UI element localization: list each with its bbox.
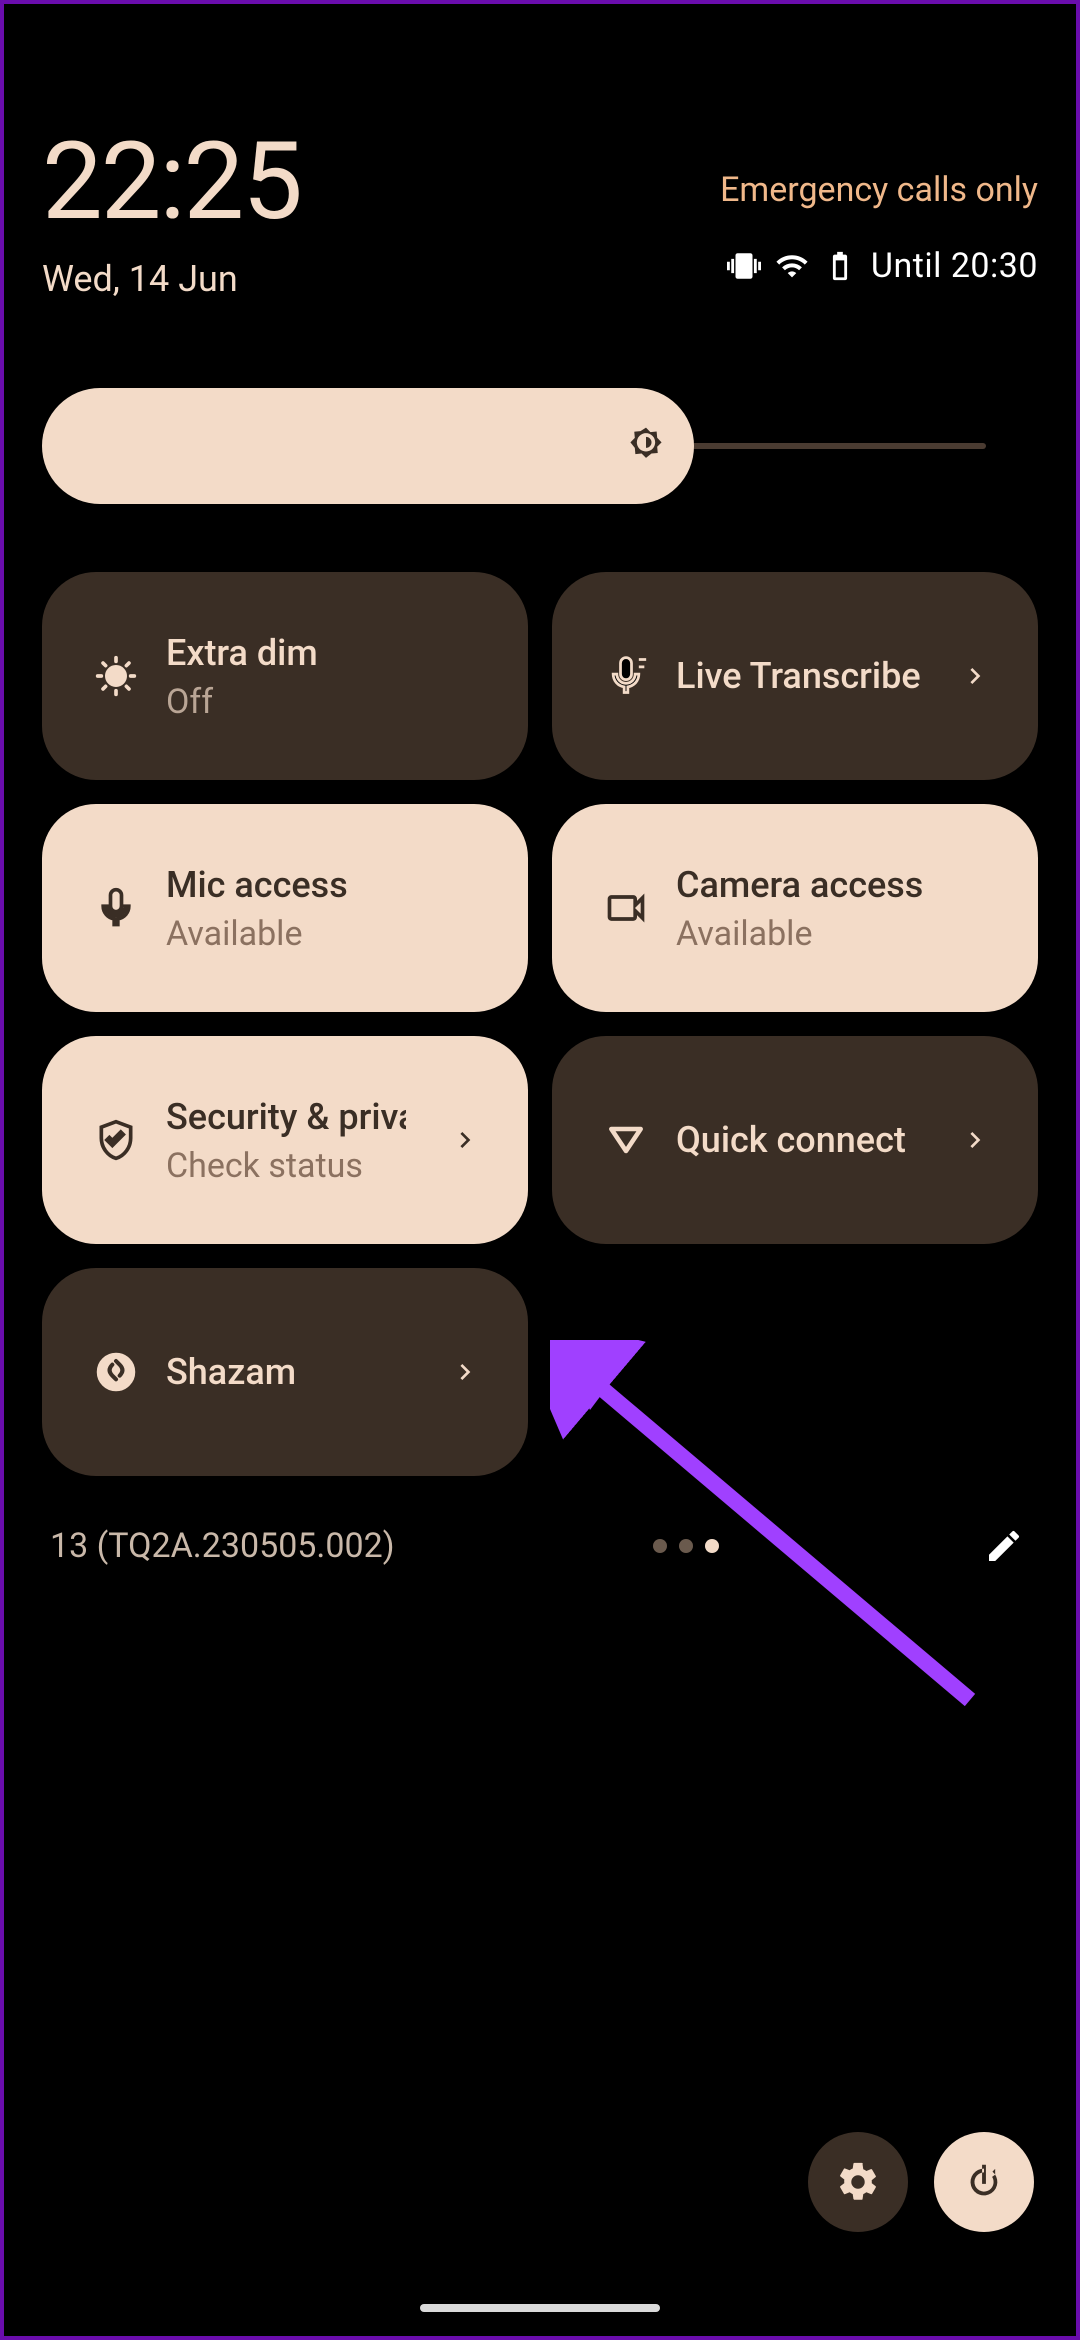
- tile-title: Extra dim: [166, 631, 492, 676]
- tile-title: Quick connect: [676, 1118, 906, 1163]
- tile-shazam[interactable]: Shazam: [42, 1268, 528, 1476]
- tile-live-transcribe[interactable]: Live Transcribe: [552, 572, 1038, 780]
- gear-icon: [835, 2159, 881, 2205]
- page-dot: [679, 1539, 693, 1553]
- tile-camera-access[interactable]: Camera access Available: [552, 804, 1038, 1012]
- shield-check-icon: [94, 1118, 138, 1162]
- brightness-slider[interactable]: [42, 388, 1038, 504]
- tile-subtitle: Off: [166, 682, 492, 722]
- tile-subtitle: Check status: [166, 1146, 428, 1186]
- network-status-text: Emergency calls only: [720, 170, 1038, 210]
- pencil-icon: [984, 1526, 1024, 1566]
- power-button[interactable]: [934, 2132, 1034, 2232]
- tile-mic-access[interactable]: Mic access Available: [42, 804, 528, 1012]
- page-dot: [653, 1539, 667, 1553]
- edit-tiles-button[interactable]: [978, 1520, 1030, 1572]
- tile-expand[interactable]: [938, 572, 1002, 780]
- tile-title: Shazam: [166, 1350, 296, 1395]
- camera-icon: [604, 886, 648, 930]
- shazam-icon: [94, 1350, 138, 1394]
- tile-subtitle: Available: [166, 914, 492, 954]
- status-header: 22:25 Wed, 14 Jun Emergency calls only U…: [42, 0, 1038, 300]
- clock-date: Wed, 14 Jun: [42, 258, 301, 300]
- brightness-auto-icon: [624, 424, 668, 468]
- power-icon: [961, 2159, 1007, 2205]
- wifi-icon: [775, 249, 809, 283]
- footer-row: 13 (TQ2A.230505.002): [42, 1520, 1038, 1572]
- chevron-right-icon: [449, 1124, 481, 1156]
- tile-quick-connect[interactable]: Quick connect: [552, 1036, 1038, 1244]
- tile-expand[interactable]: [428, 1268, 492, 1476]
- tile-title: Camera access: [676, 863, 1002, 908]
- page-indicator: [653, 1539, 719, 1553]
- mic-text-icon: [604, 654, 648, 698]
- triangle-down-icon: [604, 1118, 648, 1162]
- tile-expand[interactable]: [938, 1036, 1002, 1244]
- chevron-right-icon: [959, 660, 991, 692]
- tile-security-privacy[interactable]: Security & privacy Check status: [42, 1036, 528, 1244]
- qs-tiles-grid: Extra dim Off Live Transcribe Mic access…: [42, 572, 1038, 1476]
- page-dot-active: [705, 1539, 719, 1553]
- tile-extra-dim[interactable]: Extra dim Off: [42, 572, 528, 780]
- tile-title: Security & privacy: [166, 1095, 406, 1140]
- battery-until-text: Until 20:30: [871, 246, 1038, 286]
- vibrate-icon: [727, 249, 761, 283]
- bottom-action-buttons: [808, 2132, 1034, 2232]
- home-indicator[interactable]: [420, 2304, 660, 2312]
- chevron-right-icon: [959, 1124, 991, 1156]
- battery-icon: [823, 249, 857, 283]
- build-version: 13 (TQ2A.230505.002): [50, 1526, 395, 1566]
- clock-time: 22:25: [42, 128, 301, 236]
- chevron-right-icon: [449, 1356, 481, 1388]
- settings-button[interactable]: [808, 2132, 908, 2232]
- tile-expand[interactable]: [428, 1036, 492, 1244]
- brightness-icon: [94, 654, 138, 698]
- mic-icon: [94, 886, 138, 930]
- tile-title: Mic access: [166, 863, 492, 908]
- tile-subtitle: Available: [676, 914, 1002, 954]
- tile-title: Live Transcribe: [676, 654, 921, 699]
- status-icons: Until 20:30: [727, 246, 1038, 286]
